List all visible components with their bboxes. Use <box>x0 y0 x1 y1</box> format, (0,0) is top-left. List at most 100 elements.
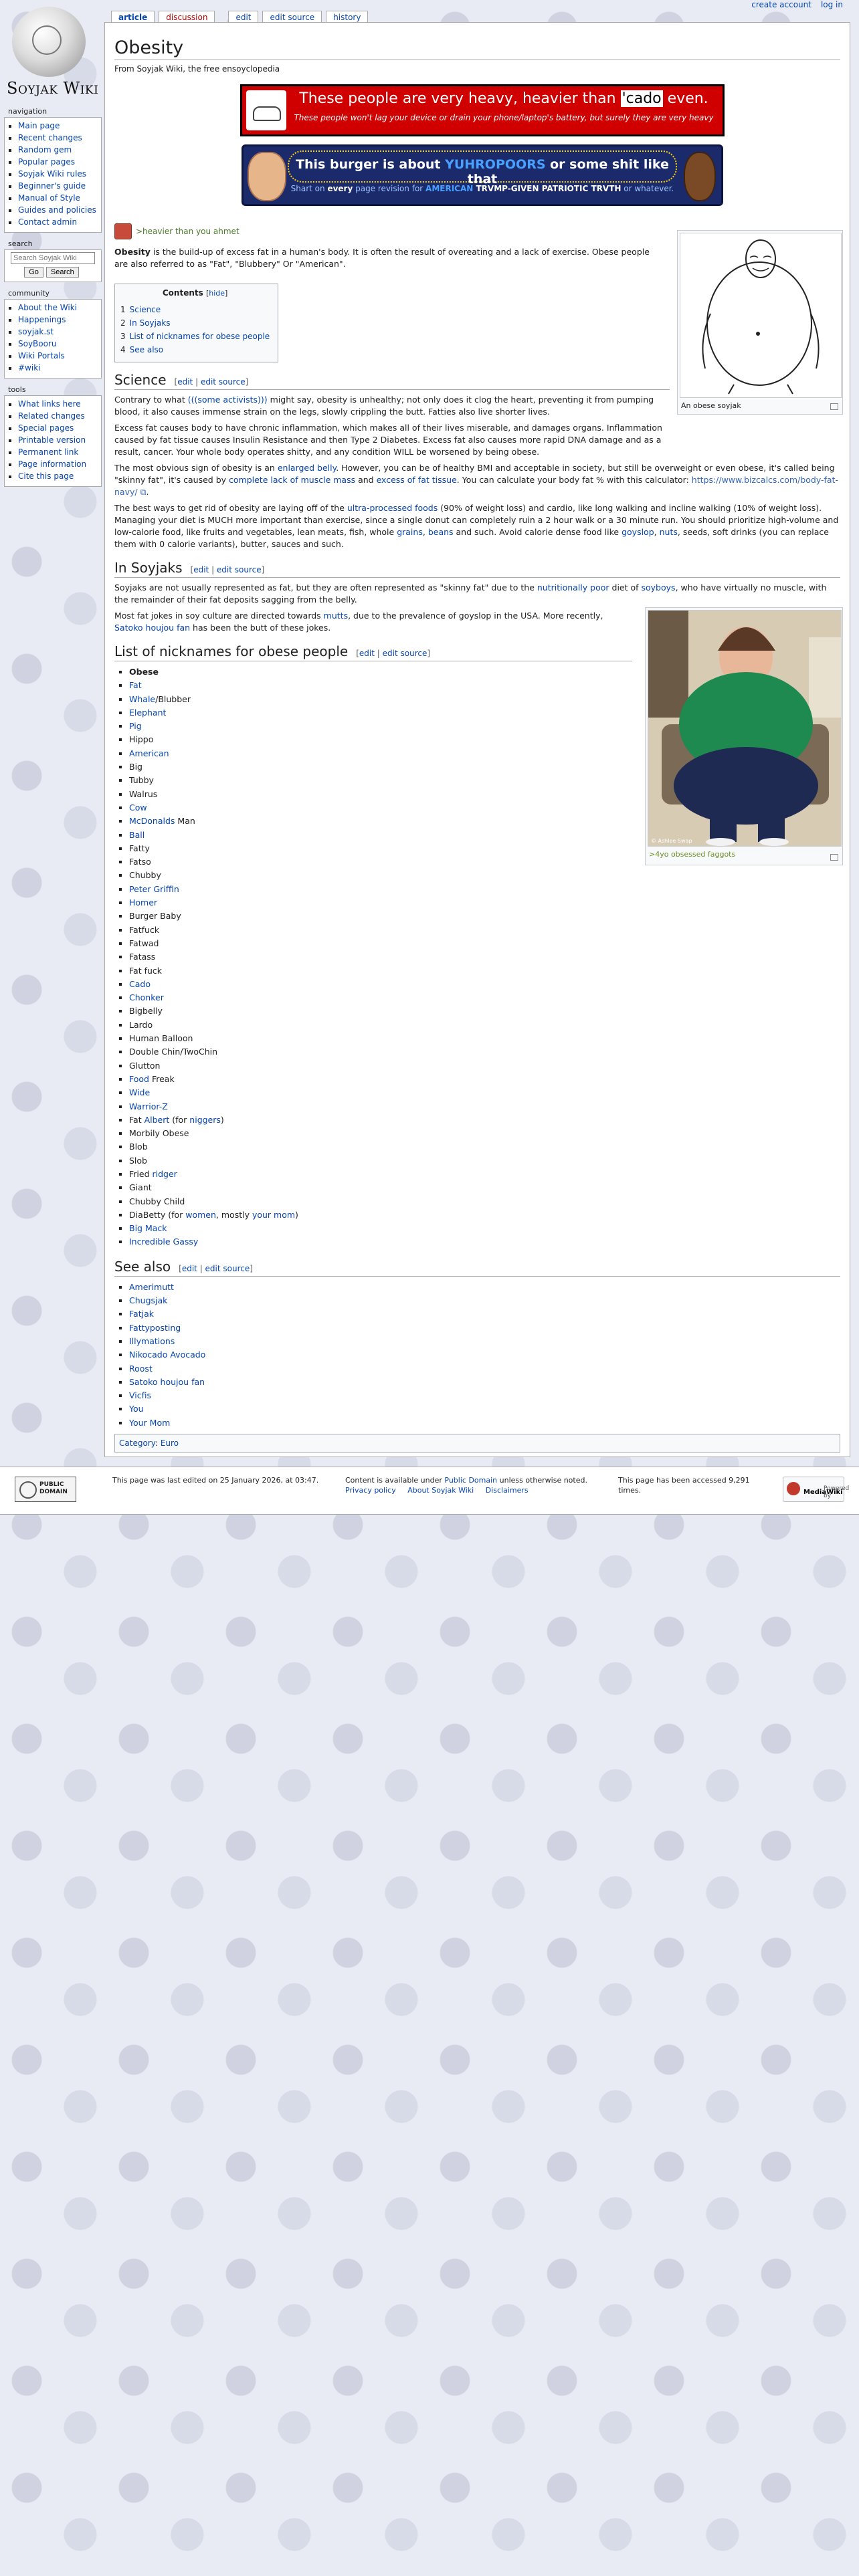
powered-by-mediawiki-badge[interactable]: Powered by MediaWiki <box>783 1477 849 1502</box>
section-edit-source-link[interactable]: edit source <box>201 377 246 387</box>
nickname-link[interactable]: Cado <box>129 979 151 989</box>
sidebar-nav-item[interactable]: Random gem <box>18 144 97 156</box>
nickname-item[interactable]: Fat Albert (for niggers) <box>129 1113 840 1127</box>
enlarged-belly-link[interactable]: enlarged belly <box>278 463 336 473</box>
soyboys-link[interactable]: soyboys <box>642 582 676 593</box>
nickname-link[interactable]: Ball <box>129 830 145 840</box>
category-euro-link[interactable]: Euro <box>161 1438 179 1448</box>
sidebar-community-item[interactable]: #wiki <box>18 362 97 374</box>
sidebar-community-item[interactable]: Happenings <box>18 314 97 326</box>
about-link[interactable]: About Soyjak Wiki <box>407 1486 474 1495</box>
enlarge-icon[interactable] <box>830 854 838 861</box>
sidebar-community-item[interactable]: soyjak.st <box>18 326 97 338</box>
nickname-link[interactable]: Wide <box>129 1087 150 1097</box>
sidebar-tools-item[interactable]: Printable version <box>18 434 97 446</box>
nickname-item[interactable]: Wide <box>129 1086 840 1099</box>
see-also-item[interactable]: Amerimutt <box>129 1281 840 1294</box>
toc-item[interactable]: 2 In Soyjaks <box>120 316 270 330</box>
section-edit-source-link[interactable]: edit source <box>383 649 427 658</box>
section-edit-link[interactable]: edit <box>359 649 375 658</box>
nickname-link[interactable]: Incredible Gassy <box>129 1237 198 1247</box>
create-account-link[interactable]: create account <box>751 0 812 9</box>
nickname-link[interactable]: Chonker <box>129 992 164 1002</box>
beans-link[interactable]: beans <box>428 527 454 537</box>
nickname-item[interactable]: Homer <box>129 896 840 909</box>
toc-item[interactable]: 3 List of nicknames for obese people <box>120 330 270 343</box>
nickname-link[interactable]: Elephant <box>129 708 166 718</box>
nickname-item[interactable]: Big Mack <box>129 1222 840 1235</box>
search-input[interactable] <box>11 252 95 264</box>
nickname-item[interactable]: DiaBetty (for women, mostly your mom) <box>129 1208 840 1222</box>
nickname-item[interactable]: Cado <box>129 978 840 991</box>
see-also-item[interactable]: Satoko houjou fan <box>129 1376 840 1389</box>
muscle-mass-link[interactable]: complete lack of muscle mass <box>229 475 355 485</box>
section-edit-link[interactable]: edit <box>177 377 193 387</box>
privacy-policy-link[interactable]: Privacy policy <box>345 1486 396 1495</box>
nickname-link[interactable]: Pig <box>129 721 142 731</box>
nutritionally-poor-link[interactable]: nutritionally poor <box>537 582 609 593</box>
nickname-link[interactable]: Cow <box>129 802 147 813</box>
public-domain-badge[interactable]: PUBLIC DOMAIN <box>15 1477 76 1502</box>
nickname-link[interactable]: Peter Griffin <box>129 884 179 894</box>
activists-link[interactable]: (((some activists))) <box>188 395 268 405</box>
nickname-link[interactable]: Warrior-Z <box>129 1101 168 1111</box>
ultra-processed-link[interactable]: ultra-processed foods <box>347 503 438 513</box>
section-edit-link[interactable]: edit <box>193 565 209 574</box>
nickname-item[interactable]: Warrior-Z <box>129 1100 840 1113</box>
grains-link[interactable]: grains <box>397 527 423 537</box>
sidebar-tools-item[interactable]: Permanent link <box>18 446 97 458</box>
section-edit-link[interactable]: edit <box>182 1264 197 1273</box>
nickname-link[interactable]: American <box>129 748 169 758</box>
sidebar-nav-item[interactable]: Soyjak Wiki rules <box>18 168 97 180</box>
go-button[interactable]: Go <box>24 267 43 278</box>
enlarge-icon[interactable] <box>830 403 838 410</box>
see-also-item[interactable]: Chugsjak <box>129 1294 840 1307</box>
sidebar-nav-item[interactable]: Contact admin <box>18 216 97 228</box>
satoko-houjou-fan-link[interactable]: Satoko houjou fan <box>114 623 190 633</box>
sidebar-tools-item[interactable]: What links here <box>18 398 97 410</box>
category-label[interactable]: Category <box>119 1438 155 1448</box>
toc-item[interactable]: 4 See also <box>120 343 270 356</box>
obese-person-photo[interactable]: © Ashlee Swap <box>648 610 842 847</box>
sidebar-tools-item[interactable]: Cite this page <box>18 470 97 482</box>
nickname-item[interactable]: Peter Griffin <box>129 883 840 896</box>
sidebar-tools-item[interactable]: Related changes <box>18 410 97 422</box>
toc-item[interactable]: 1 Science <box>120 303 270 316</box>
sidebar-tools-item[interactable]: Page information <box>18 458 97 470</box>
nickname-item[interactable]: Fried ridger <box>129 1168 840 1181</box>
see-also-item[interactable]: Roost <box>129 1362 840 1376</box>
sidebar-nav-item[interactable]: Guides and policies <box>18 204 97 216</box>
toc-hide-toggle[interactable]: [hide] <box>206 289 227 298</box>
see-also-item[interactable]: Nikocado Avocado <box>129 1348 840 1362</box>
section-edit-source-link[interactable]: edit source <box>217 565 262 574</box>
nickname-link[interactable]: Homer <box>129 897 157 907</box>
nickname-link[interactable]: Fat <box>129 680 142 690</box>
nickname-link[interactable]: niggers <box>189 1115 221 1125</box>
disclaimers-link[interactable]: Disclaimers <box>486 1486 529 1495</box>
nickname-item[interactable]: Incredible Gassy <box>129 1235 840 1249</box>
see-also-item[interactable]: Fattyposting <box>129 1321 840 1335</box>
sidebar-nav-item[interactable]: Popular pages <box>18 156 97 168</box>
nickname-link[interactable]: ridger <box>153 1169 177 1179</box>
log-in-link[interactable]: log in <box>821 0 843 9</box>
sidebar-nav-item[interactable]: Recent changes <box>18 132 97 144</box>
sidebar-nav-item[interactable]: Main page <box>18 120 97 132</box>
mutts-link[interactable]: mutts <box>324 611 348 621</box>
sidebar-nav-item[interactable]: Manual of Style <box>18 192 97 204</box>
sidebar-community-item[interactable]: About the Wiki <box>18 302 97 314</box>
nickname-link[interactable]: Food <box>129 1074 149 1084</box>
nickname-link[interactable]: Whale <box>129 694 155 704</box>
sidebar-nav-item[interactable]: Beginner's guide <box>18 180 97 192</box>
see-also-item[interactable]: You <box>129 1402 840 1416</box>
site-logo[interactable]: Soyjak Wiki <box>3 3 103 103</box>
nickname-link[interactable]: Albert <box>145 1115 170 1125</box>
see-also-item[interactable]: Your Mom <box>129 1416 840 1430</box>
sidebar-community-item[interactable]: Wiki Portals <box>18 350 97 362</box>
goyslop-link[interactable]: goyslop <box>622 527 654 537</box>
sidebar-community-item[interactable]: SoyBooru <box>18 338 97 350</box>
obese-soyjak-image[interactable] <box>680 233 842 398</box>
nuts-link[interactable]: nuts <box>660 527 678 537</box>
nickname-link[interactable]: Big Mack <box>129 1223 167 1233</box>
nickname-link[interactable]: women <box>185 1210 216 1220</box>
section-edit-source-link[interactable]: edit source <box>205 1264 250 1273</box>
